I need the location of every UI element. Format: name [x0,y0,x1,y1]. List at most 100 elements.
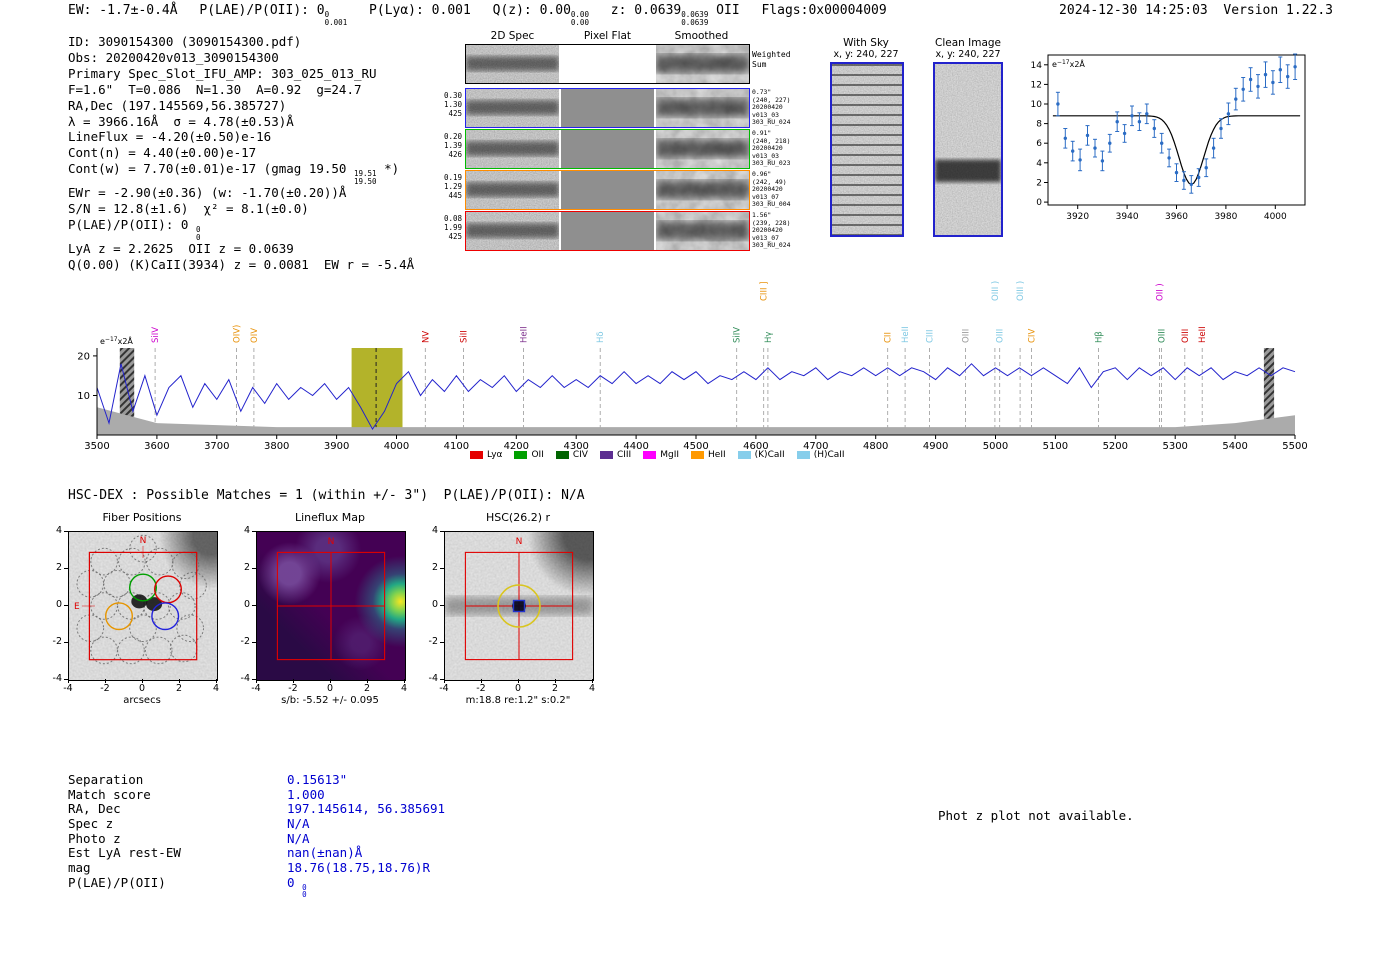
match-value: 1.000 [287,786,325,802]
hsc-cutout-title: HSC(26.2) r [485,511,551,524]
hsc-image-panel: N [444,531,594,681]
legend-swatch [737,451,751,459]
x-tick-mark [444,679,445,683]
svg-text:SiIV: SiIV [733,327,743,343]
x-tick-label: -2 [288,683,298,694]
spec2d-row-stats: 0.30 1.30 425 [443,91,462,118]
svg-text:Hδ: Hδ [596,331,606,343]
legend-swatch [470,451,483,459]
svg-text:4000: 4000 [1264,212,1287,222]
svg-text:8: 8 [1036,120,1042,130]
y-tick-mark [64,642,68,643]
svg-text:20: 20 [77,351,90,362]
legend-item: CIII [599,450,631,460]
svg-text:0: 0 [1036,198,1042,208]
match-value: 0.15613" [287,772,348,787]
y-tick-label: -2 [240,636,250,647]
match-table-row: Photo z N/A [68,831,310,846]
y-tick-mark [440,642,444,643]
y-tick-mark [252,531,256,532]
pixel-flat-image [561,212,654,250]
y-tick-label: 4 [55,525,62,536]
svg-text:N: N [328,537,335,547]
y-tick-label: -2 [52,636,62,647]
x-tick-mark [592,679,593,683]
svg-text:HeII: HeII [1198,326,1208,343]
legend-item: HeII [691,450,726,460]
spec2d-image [466,130,559,168]
legend-item: MgII [643,450,679,460]
svg-text:OIV: OIV [250,328,260,343]
svg-text:5200: 5200 [1103,441,1128,452]
with-sky-coords: x, y: 240, 227 [833,49,899,60]
svg-text:E: E [74,602,80,612]
y-tick-label: 0 [55,599,62,610]
svg-text:4: 4 [1036,159,1042,169]
fiber-positions-title: Fiber Positions [102,511,182,524]
y-tick-label: 2 [55,562,62,573]
info-line: λ = 3966.16Å σ = 4.78(±0.53)Å [68,113,294,129]
match-value: N/A [287,816,310,832]
info-line: P(LAE)/P(OII): 0 00 [68,217,201,242]
smoothed-image [656,45,749,83]
sky-lines-overlay [832,64,902,235]
spec2d-row-annotation: 0.96" (242, 49) 20200420 v013_07 303_RU_004 [752,170,791,209]
y-tick-mark [440,531,444,532]
spec2d-row [465,44,750,84]
spec2d-row-stats: 0.19 1.29 445 [443,173,462,200]
svg-text:CII: CII [884,332,894,343]
x-tick-label: 4 [588,683,596,694]
ew-summary: EW: -1.7±-0.4Å [68,3,178,18]
plae-fraction: 0 0.001 [324,10,348,27]
plae-poii-summary: P(LAE)/P(OII): 0 0 0.001 [199,3,348,27]
info-line: Obs: 20200420v013_3090154300 [68,49,279,65]
qz-fraction: 0.00 0.00 [570,10,589,27]
catalog-match-table: Separation 0.15613" Match score 1.000 RA, De… [68,772,445,898]
match-table-row: Match score 1.000 [68,787,325,802]
match-table-row: mag 18.76(18.75,18.76)R [68,860,430,875]
fiber-xaxis-label: arcsecs [123,695,161,706]
svg-text:4100: 4100 [444,441,469,452]
svg-text:OIII: OIII [962,329,972,343]
pixel-flat-image [561,130,654,168]
svg-text:CIV: CIV [1027,329,1037,343]
x-tick-label: -2 [100,683,110,694]
svg-text:10: 10 [1031,100,1043,110]
svg-text:OIII ): OIII ) [1016,281,1026,301]
plya-summary: P(Lyα): 0.001 [369,3,471,18]
spec2d-col-header-3: Smoothed [674,30,729,42]
info-line: F=1.6" T=0.086 N=1.30 A=0.92 g=24.7 [68,81,362,97]
x-tick-mark [404,679,405,683]
spec2d-row [465,88,750,128]
x-tick-mark [367,679,368,683]
spec2d-row-annotation: Weighted Sum [752,50,791,69]
x-tick-mark [481,679,482,683]
legend-swatch [555,451,569,459]
legend-item: CIV [555,450,588,460]
x-tick-label: 0 [326,683,334,694]
legend-swatch [643,451,657,459]
x-tick-label: 0 [138,683,146,694]
x-tick-label: 4 [212,683,220,694]
elixer-report-page: EW: -1.7±-0.4Å P(LAE)/P(OII): 0 0 0.001 P(… [0,0,1400,953]
svg-text:3600: 3600 [144,441,169,452]
report-version: Version 1.22.3 [1223,3,1333,18]
y-tick-mark [252,642,256,643]
match-label: Spec z [68,816,114,832]
y-tick-mark [64,531,68,532]
info-line: LineFlux = -4.20(±0.50)e-16 [68,129,272,145]
clean-image-title: Clean Image [934,37,1002,49]
x-tick-mark [216,679,217,683]
with-sky-title: With Sky [843,37,889,49]
x-tick-label: -4 [251,683,261,694]
spec2d-image [466,89,559,127]
info-line: S/N = 12.8(±1.6) χ² = 8.1(±0.0) [68,201,309,217]
svg-text:3900: 3900 [324,441,349,452]
info-line: RA,Dec (197.145569,56.385727) [68,97,287,113]
svg-text:3700: 3700 [204,441,229,452]
x-tick-mark [256,679,257,683]
pixel-flat-image [561,89,654,127]
svg-text:e−17x2Å: e−17x2Å [1052,58,1085,69]
spec2d-row-stats: 0.20 1.39 426 [443,132,462,159]
svg-text:HeII: HeII [901,326,911,343]
